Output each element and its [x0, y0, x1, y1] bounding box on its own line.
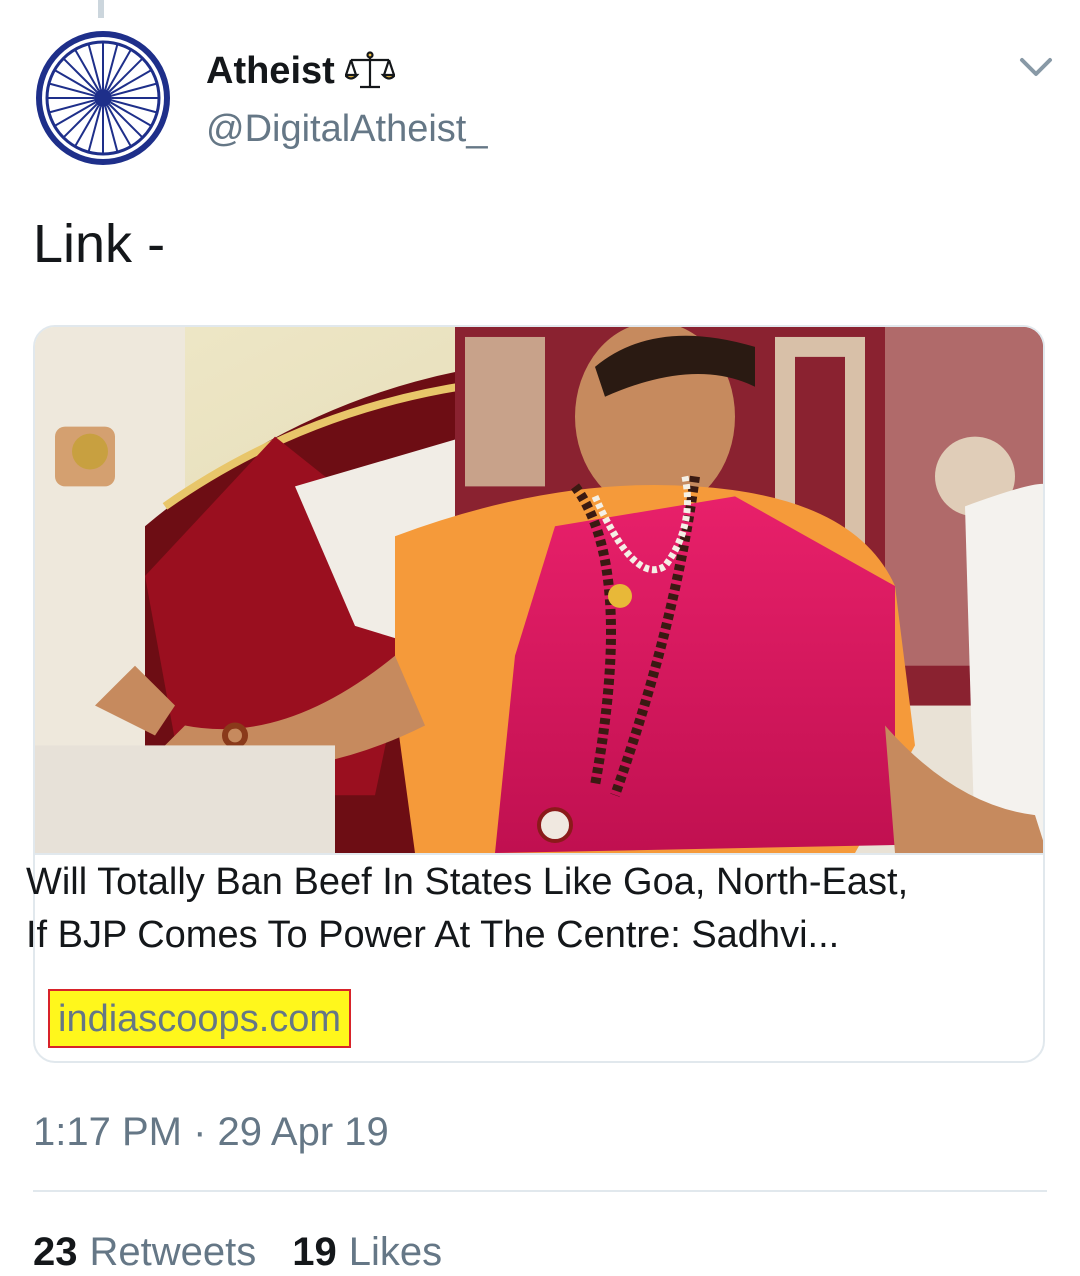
user-handle[interactable]: @DigitalAtheist_	[206, 106, 487, 152]
card-image[interactable]	[35, 327, 1045, 855]
likes-label: Likes	[348, 1230, 443, 1274]
retweets-label: Retweets	[89, 1230, 257, 1274]
chevron-down-icon[interactable]	[1016, 50, 1056, 84]
ashoka-chakra-icon	[36, 31, 170, 165]
retweets-count: 23	[33, 1230, 78, 1274]
card-domain[interactable]: indiascoops.com	[48, 989, 352, 1048]
scales-icon	[344, 51, 395, 89]
display-name-row[interactable]: Atheist	[206, 48, 395, 94]
retweets-stat[interactable]: 23 Retweets	[33, 1228, 256, 1276]
card-title-line-2[interactable]: If BJP Comes To Power At The Centre: Sad…	[26, 909, 1016, 962]
tweet-timestamp[interactable]: 1:17 PM · 29 Apr 19	[33, 1108, 389, 1156]
likes-stat[interactable]: 19 Likes	[292, 1228, 442, 1276]
card-title[interactable]: Will Totally Ban Beef In States Like Goa…	[26, 856, 1016, 962]
avatar[interactable]	[35, 30, 171, 166]
display-name[interactable]: Atheist	[206, 48, 335, 94]
engagement-stats: 23 Retweets 19 Likes	[33, 1228, 442, 1276]
likes-count: 19	[292, 1230, 337, 1274]
tweet-text: Link -	[33, 214, 166, 274]
card-title-line-1[interactable]: Will Totally Ban Beef In States Like Goa…	[26, 856, 1016, 909]
divider	[33, 1190, 1047, 1192]
thread-line	[98, 0, 104, 18]
